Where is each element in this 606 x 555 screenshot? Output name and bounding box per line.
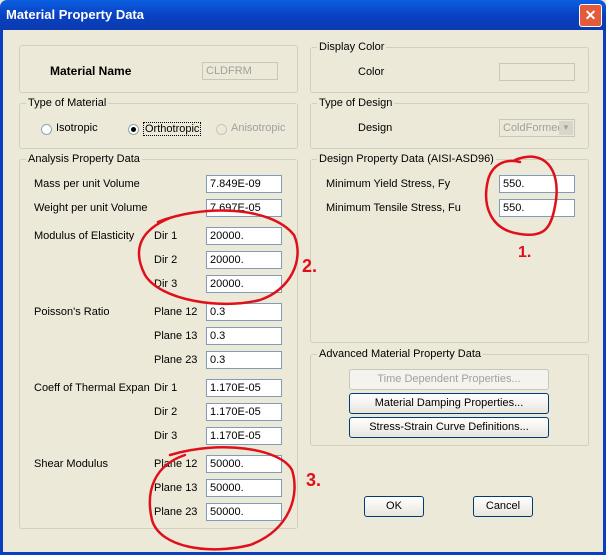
cancel-button[interactable]: Cancel [473,496,533,517]
modulus-dir1-input[interactable]: 20000. [206,227,282,245]
stress-strain-button[interactable]: Stress-Strain Curve Definitions... [349,417,549,438]
weight-input[interactable]: 7.697E-05 [206,199,282,217]
fu-input[interactable]: 550. [499,199,575,217]
modulus-dir2-label: Dir 2 [154,254,178,266]
time-dependent-button[interactable]: Time Dependent Properties... [349,369,549,390]
fy-label: Minimum Yield Stress, Fy [326,178,451,190]
modulus-label: Modulus of Elasticity [34,230,135,242]
thermal-dir1-input[interactable]: 1.170E-05 [206,379,282,397]
modulus-dir1-label: Dir 1 [154,230,178,242]
shear-plane12-input[interactable]: 50000. [206,455,282,473]
shear-plane13-label: Plane 13 [154,482,198,494]
close-button[interactable]: ✕ [579,4,602,27]
modulus-dir2-input[interactable]: 20000. [206,251,282,269]
weight-label: Weight per unit Volume [34,202,148,214]
type-of-material-legend: Type of Material [26,97,109,109]
thermal-dir3-input[interactable]: 1.170E-05 [206,427,282,445]
poisson-plane23-input[interactable]: 0.3 [206,351,282,369]
modulus-dir3-label: Dir 3 [154,278,178,290]
window-title: Material Property Data [6,7,144,22]
shear-plane23-input[interactable]: 50000. [206,503,282,521]
radio-isotropic[interactable] [41,124,52,135]
fy-input[interactable]: 550. [499,175,575,193]
ok-button[interactable]: OK [364,496,424,517]
material-name-field[interactable]: CLDFRM [202,62,278,80]
material-name-label: Material Name [50,64,132,78]
fu-label: Minimum Tensile Stress, Fu [326,202,461,214]
design-property-legend: Design Property Data (AISI-ASD96) [317,153,496,165]
isotropic-label[interactable]: Isotropic [56,122,98,134]
anisotropic-label: Anisotropic [231,122,286,134]
design-property-group: Design Property Data (AISI-ASD96) Minimu… [310,153,589,343]
title-bar: Material Property Data ✕ [0,0,606,30]
material-name-group: Material Name CLDFRM [19,45,298,93]
color-swatch[interactable] [499,63,575,81]
poisson-plane12-label: Plane 12 [154,306,198,318]
thermal-dir3-label: Dir 3 [154,430,178,442]
thermal-dir1-label: Dir 1 [154,382,178,394]
display-color-group: Display Color Color [310,41,589,93]
display-color-legend: Display Color [317,41,387,53]
design-select[interactable]: ColdFormed ▼ [499,119,575,137]
radio-orthotropic[interactable] [128,124,139,135]
modulus-dir3-input[interactable]: 20000. [206,275,282,293]
color-label: Color [358,66,385,78]
shear-plane13-input[interactable]: 50000. [206,479,282,497]
type-of-design-group: Type of Design Design ColdFormed ▼ [310,97,589,149]
radio-anisotropic[interactable] [216,124,227,135]
poisson-plane13-input[interactable]: 0.3 [206,327,282,345]
shear-plane12-label: Plane 12 [154,458,198,470]
type-of-design-legend: Type of Design [317,97,395,109]
analysis-property-legend: Analysis Property Data [26,153,142,165]
design-label: Design [358,122,393,134]
advanced-property-legend: Advanced Material Property Data [317,348,484,360]
thermal-label: Coeff of Thermal Expan [34,382,150,394]
poisson-plane13-label: Plane 13 [154,330,198,342]
orthotropic-label[interactable]: Orthotropic [143,122,202,136]
shear-plane23-label: Plane 23 [154,506,198,518]
advanced-property-group: Advanced Material Property Data Time Dep… [310,348,589,446]
thermal-dir2-label: Dir 2 [154,406,178,418]
poisson-label: Poisson's Ratio [34,306,110,318]
mass-label: Mass per unit Volume [34,178,140,190]
poisson-plane12-input[interactable]: 0.3 [206,303,282,321]
poisson-plane23-label: Plane 23 [154,354,198,366]
analysis-property-group: Analysis Property Data Mass per unit Vol… [19,153,298,529]
material-damping-button[interactable]: Material Damping Properties... [349,393,549,414]
design-select-value: ColdFormed [503,122,564,134]
type-of-material-group: Type of Material Isotropic Orthotropic A… [19,97,298,149]
thermal-dir2-input[interactable]: 1.170E-05 [206,403,282,421]
shear-label: Shear Modulus [34,458,108,470]
chevron-down-icon[interactable]: ▼ [559,121,573,135]
mass-input[interactable]: 7.849E-09 [206,175,282,193]
